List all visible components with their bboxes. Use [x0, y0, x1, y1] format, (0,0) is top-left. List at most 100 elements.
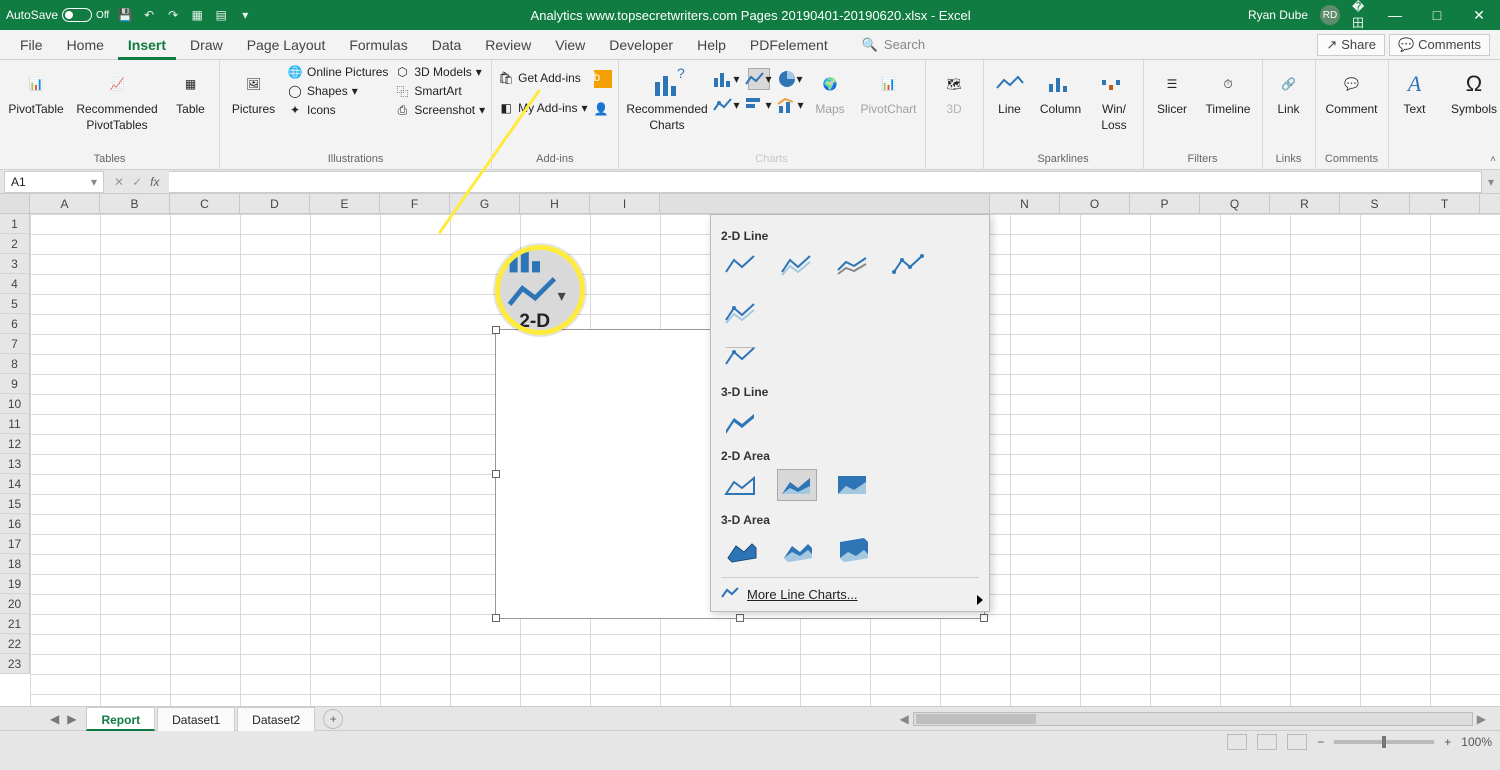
line-markers-option[interactable] — [889, 249, 929, 281]
row-header[interactable]: 12 — [0, 434, 30, 454]
col-header[interactable]: F — [380, 194, 450, 213]
col-header[interactable]: E — [310, 194, 380, 213]
save-icon[interactable]: 💾 — [117, 7, 133, 23]
smartart-button[interactable]: ⿻SmartArt — [394, 83, 485, 99]
area-option[interactable] — [721, 469, 761, 501]
recommended-pivot-button[interactable]: 📈 Recommended PivotTables — [72, 64, 162, 132]
screenshot-button[interactable]: ⎙Screenshot▾ — [394, 102, 485, 118]
tab-draw[interactable]: Draw — [180, 30, 233, 60]
stacked-line-markers-option[interactable] — [721, 297, 761, 329]
col-header[interactable]: S — [1340, 194, 1410, 213]
pictures-button[interactable]: 🖼 Pictures — [226, 64, 281, 116]
share-button[interactable]: ↗ Share — [1317, 34, 1385, 56]
row-header[interactable]: 6 — [0, 314, 30, 334]
formula-input[interactable] — [169, 171, 1482, 193]
line-chart-button[interactable]: ▾ — [748, 68, 770, 90]
bing-icon[interactable]: b — [594, 70, 612, 88]
tab-review[interactable]: Review — [475, 30, 541, 60]
slicer-button[interactable]: ☰ Slicer — [1150, 64, 1195, 116]
row-header[interactable]: 2 — [0, 234, 30, 254]
tab-pdfelement[interactable]: PDFelement — [740, 30, 838, 60]
3d-models-button[interactable]: ⬡3D Models▾ — [394, 64, 485, 80]
row-header[interactable]: 17 — [0, 534, 30, 554]
add-sheet-button[interactable]: + — [323, 709, 343, 729]
row-header[interactable]: 9 — [0, 374, 30, 394]
normal-view-icon[interactable] — [1227, 734, 1247, 750]
col-header[interactable]: O — [1060, 194, 1130, 213]
search-box[interactable]: 🔍 Search — [862, 37, 925, 53]
pivotchart-button[interactable]: 📊 PivotChart — [859, 64, 919, 116]
comment-button[interactable]: 💬 Comment — [1322, 64, 1382, 116]
expand-formula-icon[interactable]: ▾ — [1482, 175, 1500, 189]
tab-data[interactable]: Data — [422, 30, 472, 60]
get-addins-button[interactable]: 🛍Get Add-ins — [498, 70, 587, 86]
table-button[interactable]: ▦ Table — [168, 64, 213, 116]
sheet-nav-next-icon[interactable]: ▶ — [67, 712, 76, 726]
autosave-toggle[interactable]: AutoSave Off — [6, 8, 109, 22]
ribbon-display-icon[interactable]: �田 — [1352, 7, 1368, 23]
redo-icon[interactable]: ↷ — [165, 7, 181, 23]
hierarchy-chart-button[interactable]: ▾ — [716, 94, 738, 116]
select-all-corner[interactable] — [0, 194, 30, 213]
100-stacked-line-option[interactable] — [833, 249, 873, 281]
row-header[interactable]: 19 — [0, 574, 30, 594]
100-stacked-line-markers-option[interactable] — [721, 341, 761, 373]
sheet-tab-dataset1[interactable]: Dataset1 — [157, 707, 235, 731]
zoom-out-icon[interactable]: − — [1317, 735, 1324, 749]
more-line-charts-button[interactable]: More Line Charts... — [721, 577, 979, 611]
row-header[interactable]: 7 — [0, 334, 30, 354]
name-box[interactable]: A1 ▾ — [4, 171, 104, 193]
row-header[interactable]: 22 — [0, 634, 30, 654]
people-graph-icon[interactable]: 👤 — [594, 102, 612, 116]
combo-chart-button[interactable]: ▾ — [780, 94, 802, 116]
qat-icon[interactable]: ▦ — [189, 7, 205, 23]
comments-button[interactable]: 💬 Comments — [1389, 34, 1490, 56]
fx-icon[interactable]: fx — [150, 175, 159, 189]
tab-help[interactable]: Help — [687, 30, 736, 60]
row-header[interactable]: 11 — [0, 414, 30, 434]
link-button[interactable]: 🔗 Link — [1269, 64, 1309, 116]
symbols-button[interactable]: Ω Symbols — [1447, 64, 1500, 116]
shapes-button[interactable]: ◯Shapes▾ — [287, 83, 388, 99]
timeline-button[interactable]: ⏱ Timeline — [1201, 64, 1256, 116]
col-header[interactable]: D — [240, 194, 310, 213]
row-header[interactable]: 1 — [0, 214, 30, 234]
row-header[interactable]: 13 — [0, 454, 30, 474]
icons-button[interactable]: ✦Icons — [287, 102, 388, 118]
col-header[interactable]: A — [30, 194, 100, 213]
online-pictures-button[interactable]: 🌐Online Pictures — [287, 64, 388, 80]
row-header[interactable]: 15 — [0, 494, 30, 514]
page-break-view-icon[interactable] — [1287, 734, 1307, 750]
tab-developer[interactable]: Developer — [599, 30, 683, 60]
3d-line-option[interactable] — [721, 405, 761, 437]
tab-file[interactable]: File — [10, 30, 53, 60]
col-header[interactable]: T — [1410, 194, 1480, 213]
enter-icon[interactable]: ✓ — [132, 175, 142, 189]
undo-icon[interactable]: ↶ — [141, 7, 157, 23]
worksheet-grid[interactable]: 1 2 3 4 5 6 7 8 9 10 11 12 13 14 15 16 1… — [0, 214, 1500, 706]
col-header[interactable]: Q — [1200, 194, 1270, 213]
minimize-icon[interactable]: — — [1380, 0, 1410, 30]
row-header[interactable]: 16 — [0, 514, 30, 534]
100-stacked-area-option[interactable] — [833, 469, 873, 501]
user-avatar[interactable]: RD — [1320, 5, 1340, 25]
tab-page-layout[interactable]: Page Layout — [237, 30, 336, 60]
column-chart-button[interactable]: ▾ — [716, 68, 738, 90]
row-header[interactable]: 4 — [0, 274, 30, 294]
my-addins-button[interactable]: ◧My Add-ins▾ — [498, 100, 587, 116]
tab-home[interactable]: Home — [57, 30, 114, 60]
row-header[interactable]: 14 — [0, 474, 30, 494]
col-header[interactable]: B — [100, 194, 170, 213]
row-header[interactable]: 20 — [0, 594, 30, 614]
row-header[interactable]: 8 — [0, 354, 30, 374]
qat-icon[interactable]: ▤ — [213, 7, 229, 23]
sheet-nav-prev-icon[interactable]: ◀ — [50, 712, 59, 726]
cancel-icon[interactable]: ✕ — [114, 175, 124, 189]
row-header[interactable]: 10 — [0, 394, 30, 414]
col-header[interactable]: I — [590, 194, 660, 213]
maximize-icon[interactable]: □ — [1422, 0, 1452, 30]
sheet-tab-report[interactable]: Report — [86, 707, 155, 731]
row-header[interactable]: 23 — [0, 654, 30, 674]
scroll-left-icon[interactable]: ◀ — [896, 712, 913, 726]
sheet-tab-dataset2[interactable]: Dataset2 — [237, 707, 315, 731]
